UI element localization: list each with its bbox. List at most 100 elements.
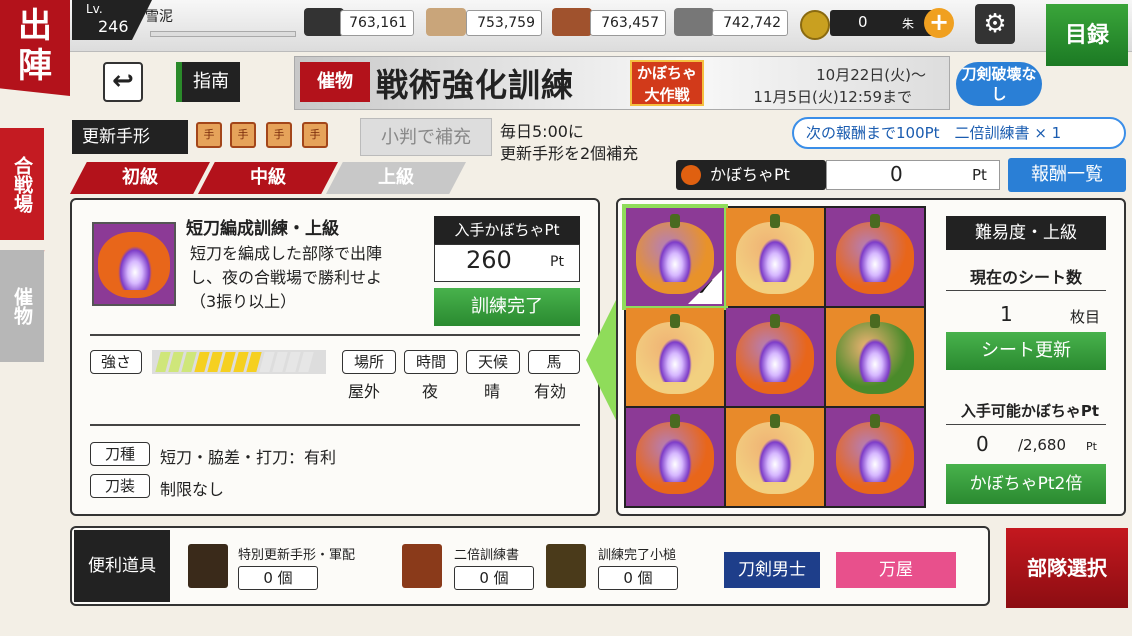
pumpkin-cell[interactable]	[826, 408, 924, 506]
mallet-icon[interactable]	[546, 544, 586, 588]
add-coin-button[interactable]: +	[924, 8, 954, 38]
gain-pt-unit: Pt	[550, 254, 564, 270]
pumpkin-cell[interactable]	[626, 308, 724, 406]
item-count: 0	[263, 569, 273, 587]
pumpkin-cell[interactable]	[826, 208, 924, 306]
pumpkin-cell[interactable]	[726, 408, 824, 506]
no-destroy-badge: 刀剣破壊なし	[956, 62, 1042, 106]
strength-label: 強さ	[90, 350, 142, 374]
renewal-note-1: 毎日5:00に	[500, 122, 584, 141]
stem-icon	[770, 314, 780, 328]
available-pt-unit: Pt	[1086, 440, 1097, 453]
flame-icon	[118, 246, 152, 290]
item-name: 訓練完了小槌	[598, 548, 677, 563]
available-pt-value: 0	[976, 432, 989, 456]
pumpkin-pt-value: 0	[890, 162, 903, 186]
renewal-ticket-label: 更新手形	[72, 120, 188, 154]
back-arrow-icon: ↩	[112, 66, 134, 96]
pumpkin-pt-unit: Pt	[972, 166, 987, 184]
coin-unit: 朱	[902, 17, 915, 31]
sheet-update-button[interactable]: シート更新	[946, 332, 1106, 370]
coin-icon	[800, 10, 830, 40]
sortie-badge: 出陣	[0, 0, 70, 96]
pumpkin-grid: ✔	[622, 204, 926, 508]
settings-gear-icon[interactable]: ⚙	[975, 4, 1015, 44]
sheet-count-unit: 枚目	[1070, 308, 1101, 326]
steel-icon	[426, 8, 466, 36]
banner-date-end: 11月5日(火)12:59まで	[753, 88, 912, 106]
tab-beginner[interactable]: 初級	[70, 162, 210, 194]
condition-label: 時間	[404, 350, 458, 374]
flame-icon	[658, 338, 692, 382]
tab-saimotsu[interactable]: 催物	[0, 250, 44, 362]
tab-intermediate[interactable]: 中級	[198, 162, 338, 194]
flame-icon	[658, 438, 692, 482]
equip-label: 刀装	[90, 474, 150, 498]
item-name: 特別更新手形・軍配	[238, 548, 356, 563]
flame-icon	[758, 438, 792, 482]
reward-list-button[interactable]: 報酬一覧	[1008, 158, 1126, 192]
mission-desc-3: （3振り以上）	[190, 292, 297, 311]
coolant-icon	[552, 8, 592, 36]
yorozuya-button[interactable]: 万屋	[836, 552, 956, 588]
sheet-count-label: 現在のシート数	[969, 268, 1082, 287]
pumpkin-cell[interactable]	[726, 308, 824, 406]
item-count-box: 0 個	[598, 566, 678, 590]
stem-icon	[770, 414, 780, 428]
item-count-box: 0 個	[454, 566, 534, 590]
stem-icon	[870, 414, 880, 428]
mission-pumpkin-icon	[92, 222, 176, 306]
sheet-count: 1	[1000, 302, 1013, 326]
item-count-box: 0 個	[238, 566, 318, 590]
unit-select-button[interactable]: 部隊選択	[1006, 528, 1128, 608]
flame-icon	[758, 238, 792, 282]
training-complete-button[interactable]: 訓練完了	[434, 288, 580, 326]
divider	[946, 290, 1106, 291]
stem-icon	[670, 314, 680, 328]
pumpkin-cell[interactable]	[626, 408, 724, 506]
sortie-label: 出陣	[18, 6, 52, 86]
available-pt-total: /2,680	[1018, 436, 1066, 454]
level-value: 246	[98, 17, 129, 36]
renewal-ticket-icon: 手	[302, 122, 328, 148]
charcoal-icon	[304, 8, 344, 36]
renewal-ticket-icon: 手	[230, 122, 256, 148]
war-fan-icon[interactable]	[188, 544, 228, 588]
condition-label: 場所	[342, 350, 396, 374]
divider	[946, 424, 1106, 425]
difficulty-label: 難易度・上級	[946, 216, 1106, 250]
pumpkin-cell[interactable]	[826, 308, 924, 406]
gain-pt-value: 260	[466, 246, 512, 274]
resource-coolant: 763,457	[590, 10, 666, 36]
touken-danshi-button[interactable]: 刀剣男士	[724, 552, 820, 588]
pumpkin-icon	[681, 165, 701, 185]
condition-value: 屋外	[348, 382, 381, 401]
flame-icon	[858, 438, 892, 482]
back-button[interactable]: ↩	[103, 62, 143, 102]
tab-kassenba[interactable]: 合戦場	[0, 128, 44, 240]
resource-charcoal: 763,161	[340, 10, 414, 36]
flame-icon	[758, 338, 792, 382]
condition-label: 馬	[528, 350, 580, 374]
koban-refill-button[interactable]: 小判で補充	[360, 118, 492, 156]
scroll-icon[interactable]	[402, 544, 442, 588]
coin-value: 0	[858, 13, 868, 31]
resource-steel: 753,759	[466, 10, 542, 36]
item-unit: 個	[493, 569, 509, 587]
tools-label: 便利道具	[74, 530, 170, 602]
catalog-button[interactable]: 目録	[1046, 4, 1128, 66]
username: 雪泥	[145, 9, 173, 25]
guide-button[interactable]: 指南	[176, 62, 240, 102]
sword-type-label: 刀種	[90, 442, 150, 466]
whetstone-icon	[674, 8, 714, 36]
pumpkin-cell[interactable]: ✔	[622, 204, 728, 310]
mission-desc-1: 短刀を編成した部隊で出陣	[190, 244, 383, 263]
exp-bar	[150, 31, 296, 37]
mission-title: 短刀編成訓練・上級	[186, 219, 339, 239]
tab-advanced[interactable]: 上級	[326, 162, 466, 194]
pumpkin-cell[interactable]	[726, 208, 824, 306]
flame-icon	[858, 338, 892, 382]
renewal-note-2: 更新手形を2個補充	[500, 144, 639, 163]
double-pt-button[interactable]: かぼちゃPt2倍	[946, 464, 1106, 504]
stem-icon	[670, 214, 680, 228]
